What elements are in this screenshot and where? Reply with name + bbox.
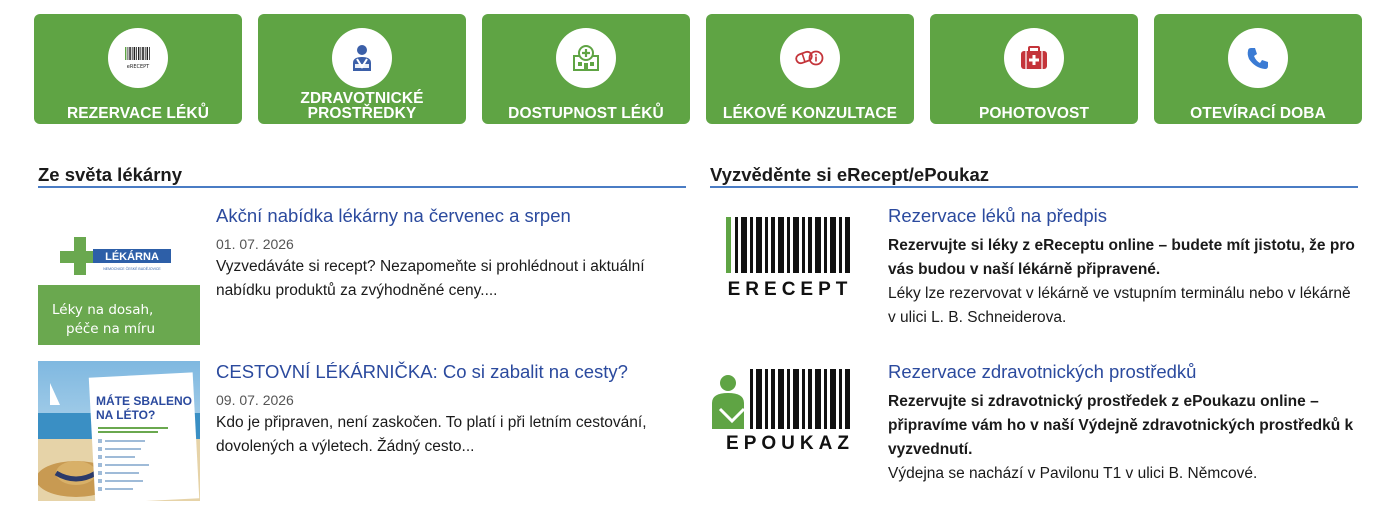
erecept-title-link[interactable]: Rezervace léků na předpis	[888, 205, 1358, 227]
article-thumbnail[interactable]: LÉKÁRNA NEMOCNICE ČESKÉ BUDĚJOVICE Léky …	[38, 225, 200, 345]
thumb-heading-2: NA LÉTO?	[96, 407, 155, 422]
news-section: Ze světa lékárny LÉKÁRNA NEMOCNICE ČESKÉ…	[38, 163, 686, 501]
article-body: Akční nabídka lékárny na červenec a srpe…	[216, 205, 686, 303]
pharmacy-building-icon	[556, 28, 616, 88]
thumb-heading-1: MÁTE SBALENO	[96, 393, 192, 408]
epoukaz-logo-text: EPOUKAZ	[726, 433, 854, 454]
tile-icon-text: eRECEPT	[127, 64, 150, 70]
article-thumbnail[interactable]: MÁTE SBALENO NA LÉTO?	[38, 361, 200, 501]
article-date: 01. 07. 2026	[216, 236, 294, 252]
erecept-section: Vyzvěděnte si eRecept/ePoukaz ERECEPT Re…	[710, 163, 1358, 482]
tile-label: REZERVACE LÉKŮ	[66, 105, 210, 122]
article-body: CESTOVNÍ LÉKÁRNIČKA: Co si zabalit na ce…	[216, 361, 686, 459]
erecept-logo-text: ERECEPT	[728, 279, 853, 300]
epoukaz-text: Výdejna se nachází v Pavilonu T1 v ulici…	[888, 465, 1258, 482]
barcode-erecept-icon: eRECEPT	[108, 28, 168, 88]
erecept-text: Léky lze rezervovat v lékárně ve vstupní…	[888, 285, 1351, 326]
patient-icon	[332, 28, 392, 88]
tile-label: LÉKOVÉ KONZULTACE	[722, 105, 898, 122]
tile-pohotovost[interactable]: POHOTOVOST	[930, 14, 1138, 124]
pills-info-icon	[780, 28, 840, 88]
article-excerpt: Kdo je připraven, není zaskočen. To plat…	[216, 414, 647, 455]
thumb-slogan-2: péče na míru	[66, 321, 155, 337]
thumb-brand-sub: NEMOCNICE ČESKÉ BUDĚJOVICE	[103, 266, 161, 271]
epoukaz-body: Rezervace zdravotnických prostředků Reze…	[888, 361, 1358, 486]
thumb-slogan-1: Léky na dosah,	[52, 302, 153, 318]
tile-label: OTEVÍRACÍ DOBA	[1190, 105, 1326, 122]
epoukaz-title-link[interactable]: Rezervace zdravotnických prostředků	[888, 361, 1358, 383]
tile-dostupnost-leku[interactable]: DOSTUPNOST LÉKŮ	[482, 14, 690, 124]
tile-label: DOSTUPNOST LÉKŮ	[508, 105, 664, 122]
section-title: Ze světa lékárny	[38, 163, 686, 188]
erecept-lead: Rezervujte si léky z eReceptu online – b…	[888, 237, 1355, 278]
quick-links: eRECEPT REZERVACE LÉKŮ ZDRAVOTNICKÉ PROS…	[34, 14, 1362, 124]
epoukaz-lead: Rezervujte si zdravotnický prostředek z …	[888, 393, 1354, 458]
epoukaz-logo[interactable]: EPOUKAZ	[710, 369, 870, 479]
thumb-brand: LÉKÁRNA	[105, 250, 159, 263]
tile-zdravotnicke-prostredky[interactable]: ZDRAVOTNICKÉ PROSTŘEDKY	[258, 14, 466, 124]
tile-label: ZDRAVOTNICKÉ PROSTŘEDKY	[300, 90, 424, 122]
article-excerpt: Vyzvedáváte si recept? Nezapomeňte si pr…	[216, 258, 645, 299]
article-title-link[interactable]: Akční nabídka lékárny na červenec a srpe…	[216, 205, 686, 227]
first-aid-kit-icon	[1004, 28, 1064, 88]
tile-oteviraci-doba[interactable]: OTEVÍRACÍ DOBA	[1154, 14, 1362, 124]
section-title: Vyzvěděnte si eRecept/ePoukaz	[710, 163, 1358, 188]
tile-rezervace-leku[interactable]: eRECEPT REZERVACE LÉKŮ	[34, 14, 242, 124]
phone-icon	[1228, 28, 1288, 88]
article-date: 09. 07. 2026	[216, 392, 294, 408]
erecept-body: Rezervace léků na předpis Rezervujte si …	[888, 205, 1358, 330]
tile-lekove-konzultace[interactable]: LÉKOVÉ KONZULTACE	[706, 14, 914, 124]
article-title-link[interactable]: CESTOVNÍ LÉKÁRNIČKA: Co si zabalit na ce…	[216, 361, 686, 383]
erecept-logo[interactable]: ERECEPT	[710, 213, 870, 323]
tile-label: POHOTOVOST	[978, 105, 1090, 122]
